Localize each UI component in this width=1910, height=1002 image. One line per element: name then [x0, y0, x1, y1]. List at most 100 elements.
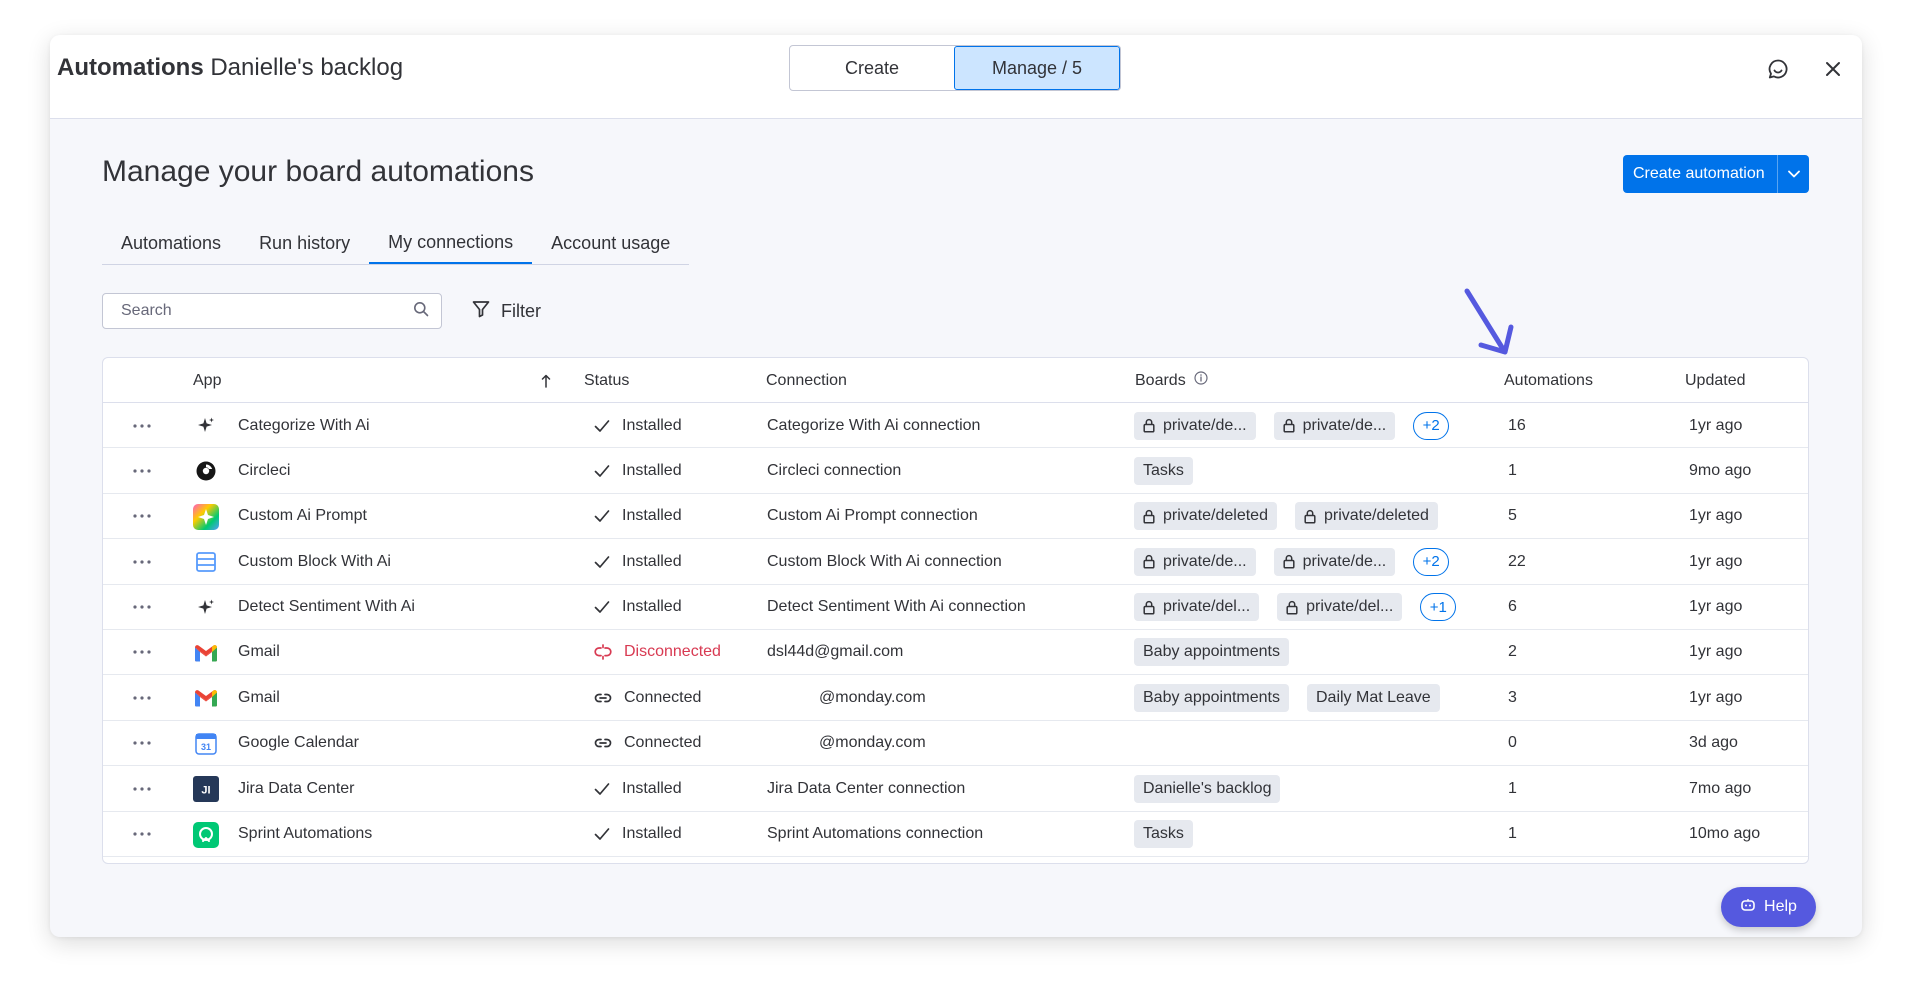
close-icon[interactable] [1821, 57, 1845, 81]
more-actions-icon[interactable] [130, 675, 154, 720]
status-label: Installed [622, 825, 682, 843]
sort-ascending-icon[interactable] [541, 358, 551, 403]
create-automation-button[interactable]: Create automation [1623, 155, 1809, 193]
svg-text:31: 31 [201, 742, 211, 752]
board-chip[interactable]: private/de... [1273, 411, 1396, 440]
column-header-updated[interactable]: Updated [1685, 358, 1746, 403]
column-header-app[interactable]: App [193, 358, 221, 403]
sparkle-icon [193, 595, 219, 621]
board-chip[interactable]: private/del... [1277, 593, 1403, 622]
custom-block-icon [193, 549, 219, 575]
app-name[interactable]: Custom Ai Prompt [238, 494, 367, 539]
chevron-down-icon[interactable] [1777, 155, 1809, 193]
board-chip[interactable]: Tasks [1134, 820, 1193, 849]
board-chip[interactable]: private/deleted [1134, 502, 1277, 531]
board-chip[interactable]: private/deleted [1294, 502, 1438, 531]
table-header: App Status Connection Boards Automations… [103, 358, 1808, 403]
create-toggle-button[interactable]: Create [790, 46, 954, 90]
unlink-icon [594, 644, 612, 661]
tab-account-usage[interactable]: Account usage [532, 223, 689, 264]
tab-run-history[interactable]: Run history [240, 223, 369, 264]
more-actions-icon[interactable] [130, 448, 154, 493]
connections-table: App Status Connection Boards Automations… [102, 357, 1809, 864]
board-chip[interactable]: Tasks [1134, 456, 1193, 485]
automations-count: 1 [1508, 779, 1517, 797]
filter-button[interactable]: Filter [471, 293, 541, 329]
feedback-icon[interactable] [1766, 57, 1790, 81]
help-button[interactable]: Help [1721, 887, 1816, 927]
board-chip[interactable]: private/de... [1134, 411, 1256, 440]
board-chip[interactable]: Baby appointments [1134, 683, 1289, 712]
boards-cell: Baby appointments [1134, 630, 1289, 675]
more-actions-icon[interactable] [130, 539, 154, 584]
table-row: Gmail Disconnected dsl44d@gmail.com Baby ap… [103, 630, 1808, 676]
board-chip-label: private/del... [1306, 598, 1394, 616]
status-label: Connected [624, 734, 702, 752]
app-name[interactable]: Custom Block With Ai [238, 539, 391, 584]
checkmark-icon [594, 600, 610, 614]
create-manage-toggle: Create Manage / 5 [789, 45, 1121, 91]
more-actions-icon[interactable] [130, 766, 154, 811]
link-icon [594, 692, 612, 704]
board-chip[interactable]: private/de... [1134, 547, 1256, 576]
more-actions-icon[interactable] [130, 721, 154, 766]
board-chip-label: Tasks [1143, 825, 1184, 843]
updated-time: 1yr ago [1689, 688, 1743, 706]
more-actions-icon[interactable] [130, 403, 154, 448]
more-actions-icon[interactable] [130, 630, 154, 675]
more-boards-badge[interactable]: +2 [1413, 547, 1450, 576]
app-name[interactable]: Gmail [238, 675, 280, 720]
board-chip-label: private/de... [1163, 416, 1247, 434]
connection-name: Detect Sentiment With Ai connection [767, 598, 1026, 616]
board-chip[interactable]: Danielle's backlog [1134, 774, 1281, 803]
column-header-automations[interactable]: Automations [1504, 358, 1593, 403]
app-name[interactable]: Detect Sentiment With Ai [238, 585, 415, 630]
status-cell: Disconnected [594, 630, 721, 675]
search-input[interactable] [121, 302, 413, 320]
app-name[interactable]: Jira Data Center [238, 766, 355, 811]
boards-cell: private/del... private/del... +1 [1134, 585, 1457, 630]
table-row: Detect Sentiment With Ai Installed Detect … [103, 585, 1808, 630]
app-name[interactable]: Categorize With Ai [238, 403, 370, 448]
board-chip[interactable]: private/de... [1273, 547, 1396, 576]
more-boards-badge[interactable]: +1 [1420, 593, 1457, 622]
tab-automations[interactable]: Automations [102, 223, 240, 264]
connection-name: Custom Ai Prompt connection [767, 507, 978, 525]
board-chip[interactable]: Daily Mat Leave [1306, 683, 1440, 712]
status-label: Connected [624, 688, 702, 706]
tab-bar: Automations Run history My connections A… [102, 223, 690, 265]
modal-title-board: Danielle's backlog [210, 54, 404, 81]
app-name[interactable]: Google Calendar [238, 721, 359, 766]
checkmark-icon [594, 509, 610, 523]
column-header-connection[interactable]: Connection [766, 358, 847, 403]
app-name[interactable]: Gmail [238, 630, 280, 675]
column-header-boards[interactable]: Boards [1135, 358, 1208, 403]
app-name[interactable]: Sprint Automations [238, 812, 372, 857]
more-boards-badge[interactable]: +2 [1413, 411, 1450, 440]
more-actions-icon[interactable] [130, 585, 154, 630]
search-icon[interactable] [413, 301, 429, 322]
circleci-icon [193, 458, 219, 484]
lock-icon [1143, 418, 1155, 433]
connection-name: dsl44d@gmail.com [767, 643, 904, 661]
page-title: Manage your board automations [102, 155, 534, 188]
status-label: Installed [622, 552, 682, 570]
tab-my-connections[interactable]: My connections [369, 223, 533, 264]
board-chip[interactable]: private/del... [1134, 593, 1260, 622]
manage-toggle-button[interactable]: Manage / 5 [954, 46, 1120, 90]
connection-name: Categorize With Ai connection [767, 416, 981, 434]
column-header-status[interactable]: Status [584, 358, 629, 403]
boards-cell: Tasks [1134, 812, 1193, 857]
updated-time: 10mo ago [1689, 825, 1761, 843]
annotation-arrow-icon [1461, 285, 1521, 366]
connection-name: Custom Block With Ai connection [767, 552, 1002, 570]
info-icon[interactable] [1194, 371, 1208, 390]
table-row: Sprint Automations Installed Sprint Automa… [103, 812, 1808, 857]
app-name[interactable]: Circleci [238, 448, 290, 493]
lock-icon [1143, 554, 1155, 569]
board-chip[interactable]: Baby appointments [1134, 638, 1289, 667]
more-actions-icon[interactable] [130, 494, 154, 539]
connection-name: @monday.com [819, 734, 926, 752]
more-actions-icon[interactable] [130, 812, 154, 857]
google-calendar-icon: 31 [193, 731, 219, 757]
